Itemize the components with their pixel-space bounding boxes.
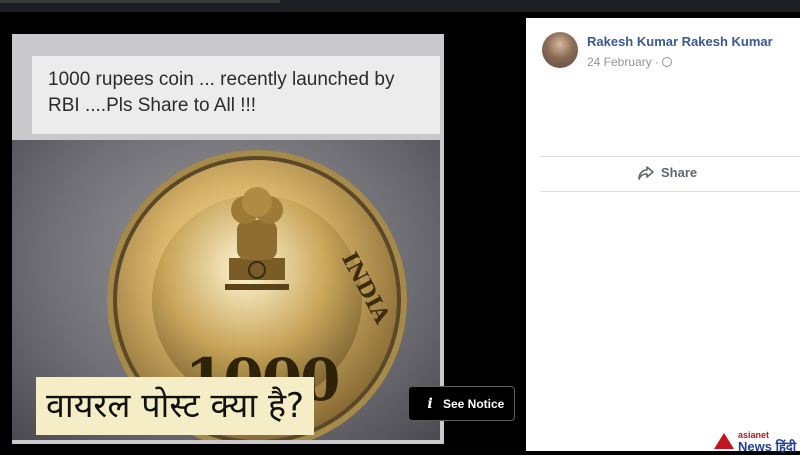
info-icon: i	[427, 395, 433, 412]
share-arrow-icon	[638, 165, 654, 180]
see-notice-button[interactable]: i See Notice	[408, 386, 515, 421]
image-caption-text: 1000 rupees coin ... recently launched b…	[48, 69, 395, 116]
share-button[interactable]: Share	[638, 165, 697, 180]
divider	[540, 191, 800, 192]
ashoka-emblem-icon	[225, 187, 289, 290]
share-label: Share	[661, 165, 698, 180]
logo-bottom-text: News हिंदी	[738, 439, 797, 454]
post-meta: 24 February ·	[587, 55, 672, 69]
see-notice-label: See Notice	[443, 396, 505, 411]
top-bar-line	[0, 0, 280, 3]
author-name[interactable]: Rakesh Kumar Rakesh Kumar	[587, 34, 773, 49]
headline-banner: वायरल पोस्ट क्या है?	[36, 377, 315, 435]
globe-icon[interactable]	[661, 57, 672, 67]
avatar[interactable]	[542, 32, 578, 68]
logo-triangle-icon	[714, 433, 734, 449]
post-date[interactable]: 24 February	[587, 55, 652, 69]
asianet-news-logo: asianet News हिंदी	[712, 429, 800, 454]
top-bar	[0, 0, 800, 12]
meta-separator: ·	[654, 55, 659, 69]
post-details-panel: Rakesh Kumar Rakesh Kumar 24 February · …	[526, 18, 800, 451]
divider	[540, 156, 800, 157]
